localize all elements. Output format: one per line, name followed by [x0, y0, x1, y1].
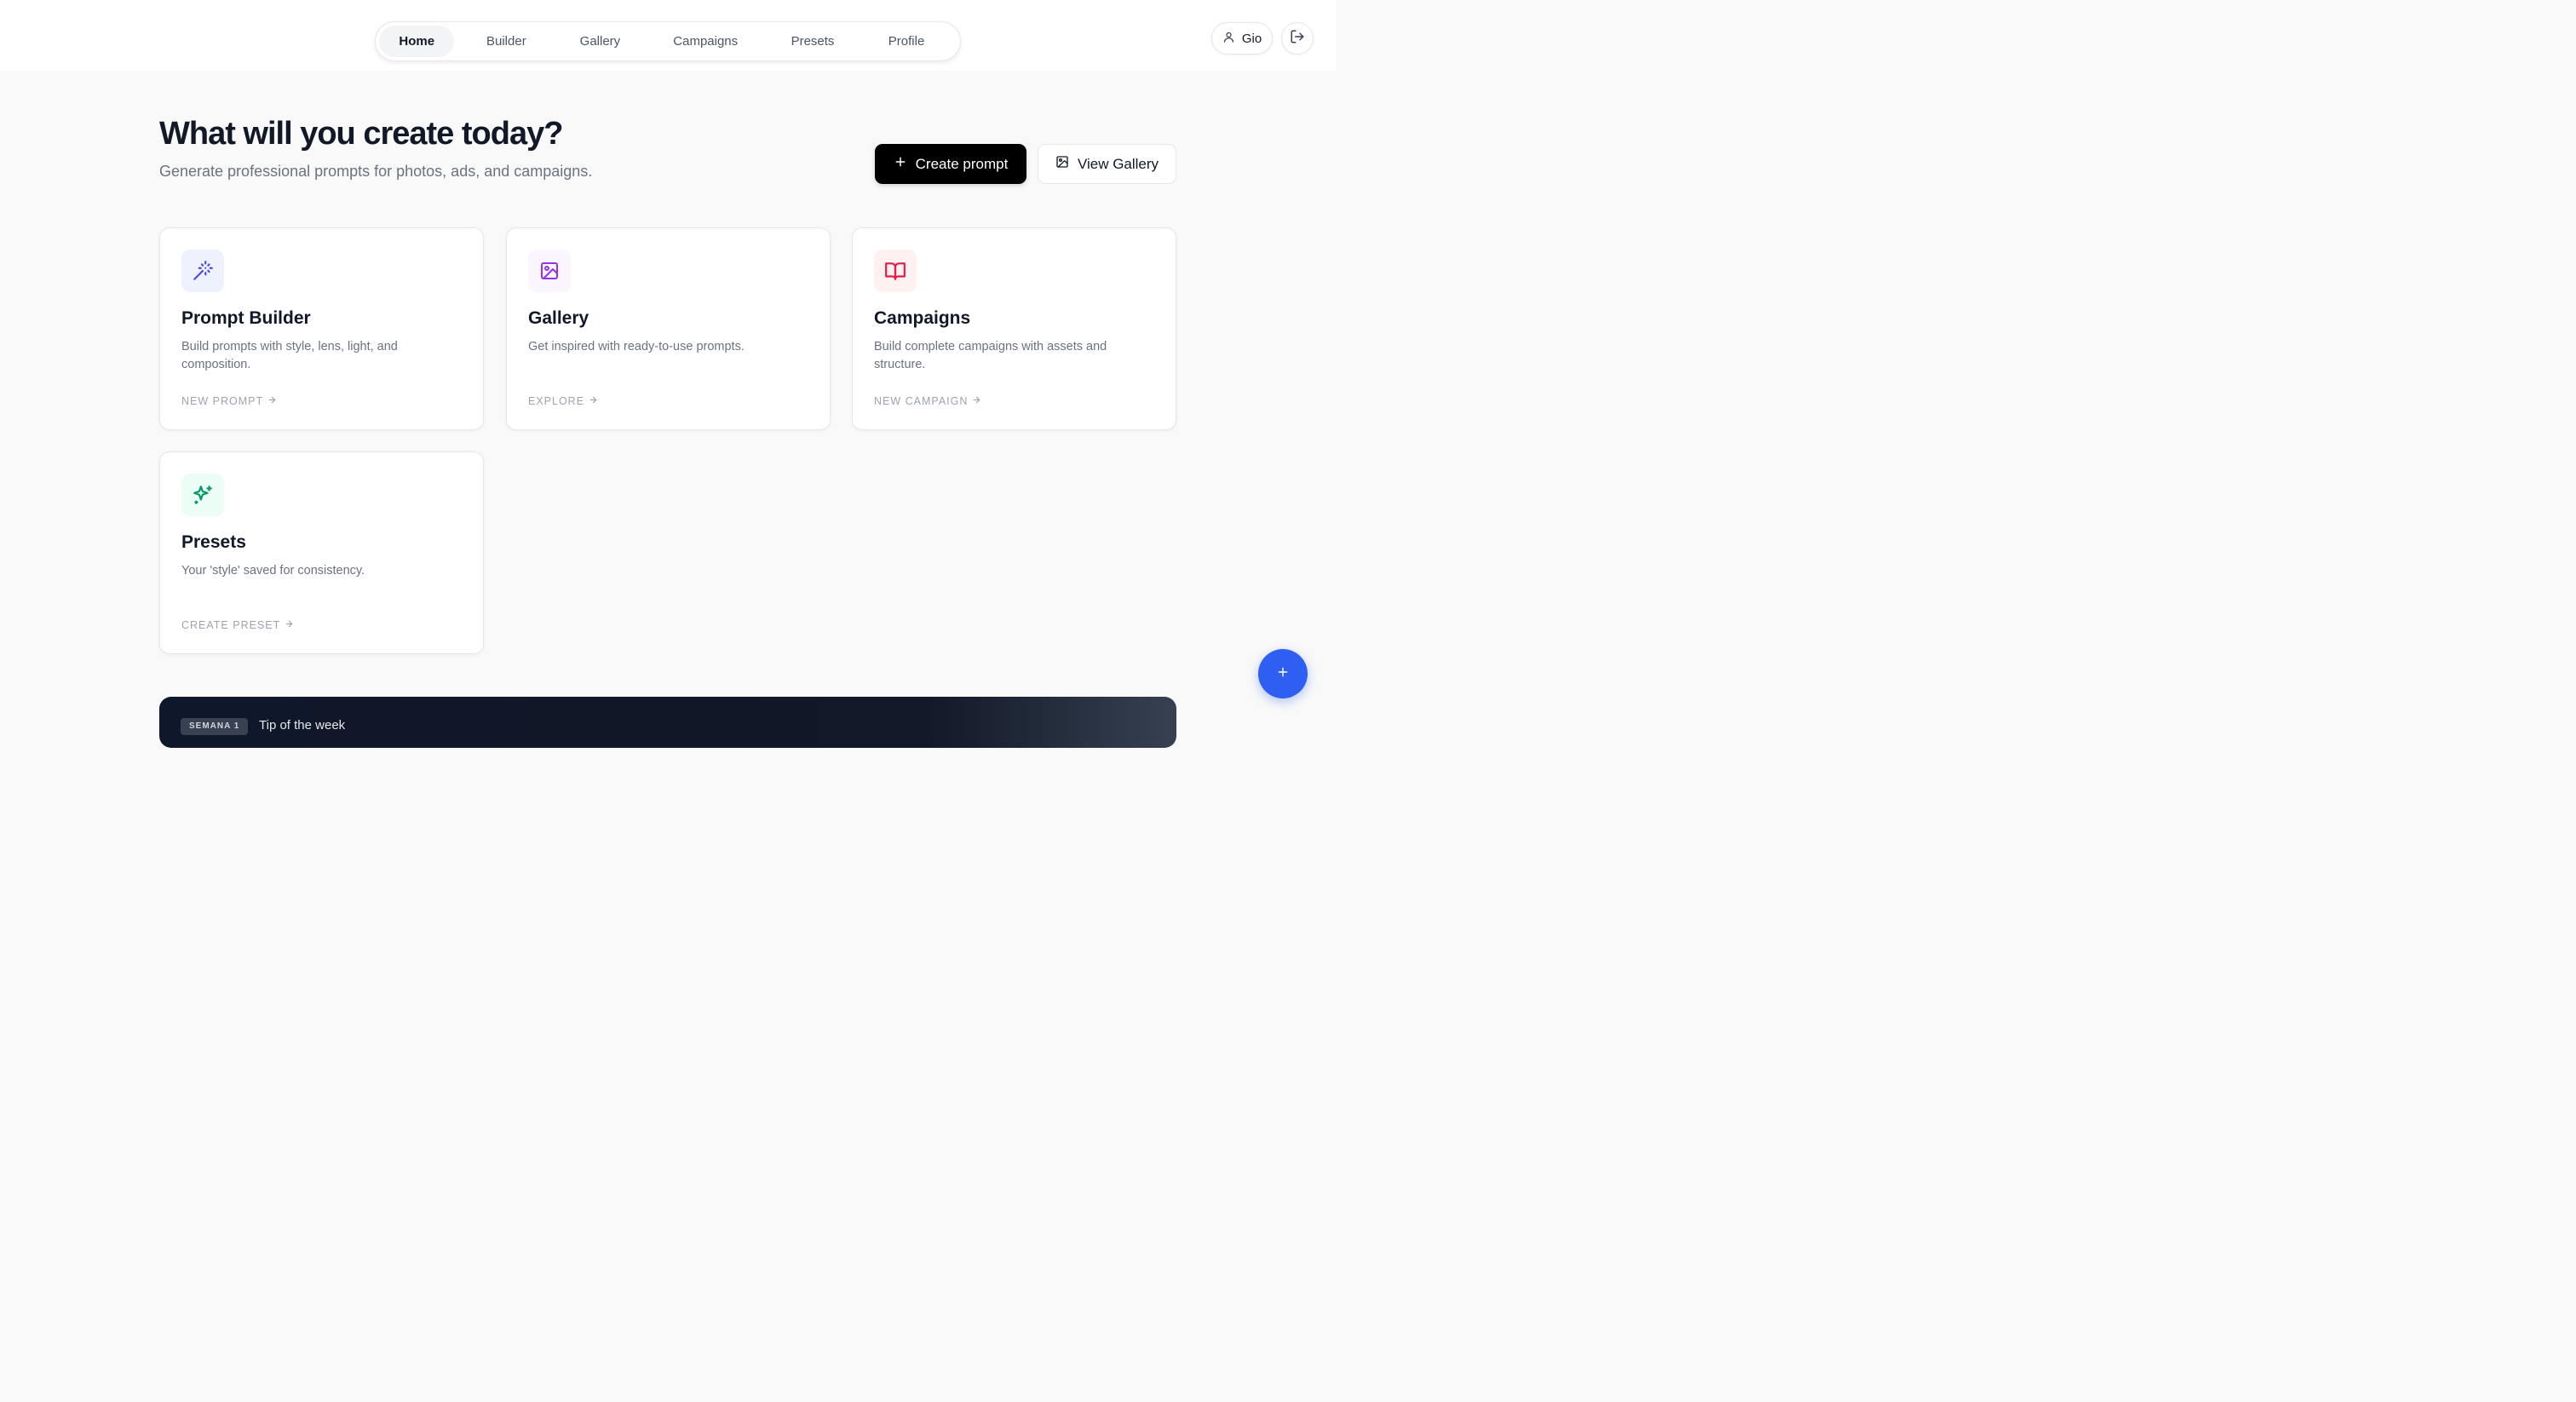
tip-title: Tip of the week: [259, 718, 346, 733]
user-icon: [1222, 31, 1235, 47]
main-nav: Home Builder Gallery Campaigns Presets P…: [375, 21, 961, 61]
user-name: Gio: [1241, 31, 1262, 46]
create-prompt-button[interactable]: Create prompt: [875, 144, 1026, 184]
view-gallery-button[interactable]: View Gallery: [1038, 144, 1176, 184]
page-title: What will you create today?: [159, 116, 563, 152]
plus-icon: [1276, 665, 1290, 683]
card-cta-link[interactable]: CREATE PRESET: [181, 619, 294, 631]
card-cta-label: NEW PROMPT: [181, 395, 264, 407]
card-cta-label: EXPLORE: [528, 395, 585, 407]
logout-icon: [1290, 29, 1305, 49]
book-open-icon: [874, 250, 917, 292]
create-prompt-label: Create prompt: [915, 155, 1009, 172]
image-icon: [528, 250, 571, 292]
card-presets[interactable]: Presets Your 'style' saved for consisten…: [159, 451, 484, 654]
card-cta-link[interactable]: EXPLORE: [528, 395, 598, 407]
image-icon: [1055, 155, 1069, 173]
nav-item-home[interactable]: Home: [379, 26, 455, 57]
nav-item-campaigns[interactable]: Campaigns: [642, 26, 769, 57]
card-title: Campaigns: [874, 308, 971, 328]
tip-of-the-week-banner: SEMANA 1 Tip of the week: [159, 697, 1176, 748]
magic-wand-icon: [181, 250, 224, 292]
card-cta-label: NEW CAMPAIGN: [874, 395, 969, 407]
card-title: Gallery: [528, 308, 589, 328]
nav-item-presets[interactable]: Presets: [769, 26, 856, 57]
card-description: Build complete campaigns with assets and…: [874, 340, 1107, 371]
card-cta-link[interactable]: NEW PROMPT: [181, 395, 277, 407]
plus-icon: [894, 155, 907, 173]
user-menu-button[interactable]: Gio: [1211, 22, 1273, 55]
card-title: Presets: [181, 532, 246, 552]
top-bar: Home Builder Gallery Campaigns Presets P…: [0, 0, 1336, 71]
card-gallery[interactable]: Gallery Get inspired with ready-to-use p…: [506, 227, 831, 430]
nav-item-builder[interactable]: Builder: [454, 26, 558, 57]
logout-button[interactable]: [1281, 22, 1314, 55]
card-cta-label: CREATE PRESET: [181, 619, 281, 631]
arrow-right-icon: [267, 395, 277, 407]
page-subtitle: Generate professional prompts for photos…: [159, 163, 593, 180]
view-gallery-label: View Gallery: [1077, 155, 1159, 172]
card-title: Prompt Builder: [181, 308, 311, 328]
card-campaigns[interactable]: Campaigns Build complete campaigns with …: [852, 227, 1176, 430]
sparkles-icon: [181, 474, 224, 516]
card-description: Get inspired with ready-to-use prompts.: [528, 340, 745, 353]
card-description: Your 'style' saved for consistency.: [181, 564, 365, 577]
nav-item-gallery[interactable]: Gallery: [558, 26, 641, 57]
tip-week-badge: SEMANA 1: [181, 718, 249, 735]
arrow-right-icon: [589, 395, 598, 407]
arrow-right-icon: [972, 395, 981, 407]
arrow-right-icon: [285, 619, 294, 631]
card-cta-link[interactable]: NEW CAMPAIGN: [874, 395, 981, 407]
card-prompt-builder[interactable]: Prompt Builder Build prompts with style,…: [159, 227, 484, 430]
floating-add-button[interactable]: [1258, 649, 1308, 698]
card-description: Build prompts with style, lens, light, a…: [181, 340, 398, 371]
nav-item-profile[interactable]: Profile: [856, 26, 957, 57]
